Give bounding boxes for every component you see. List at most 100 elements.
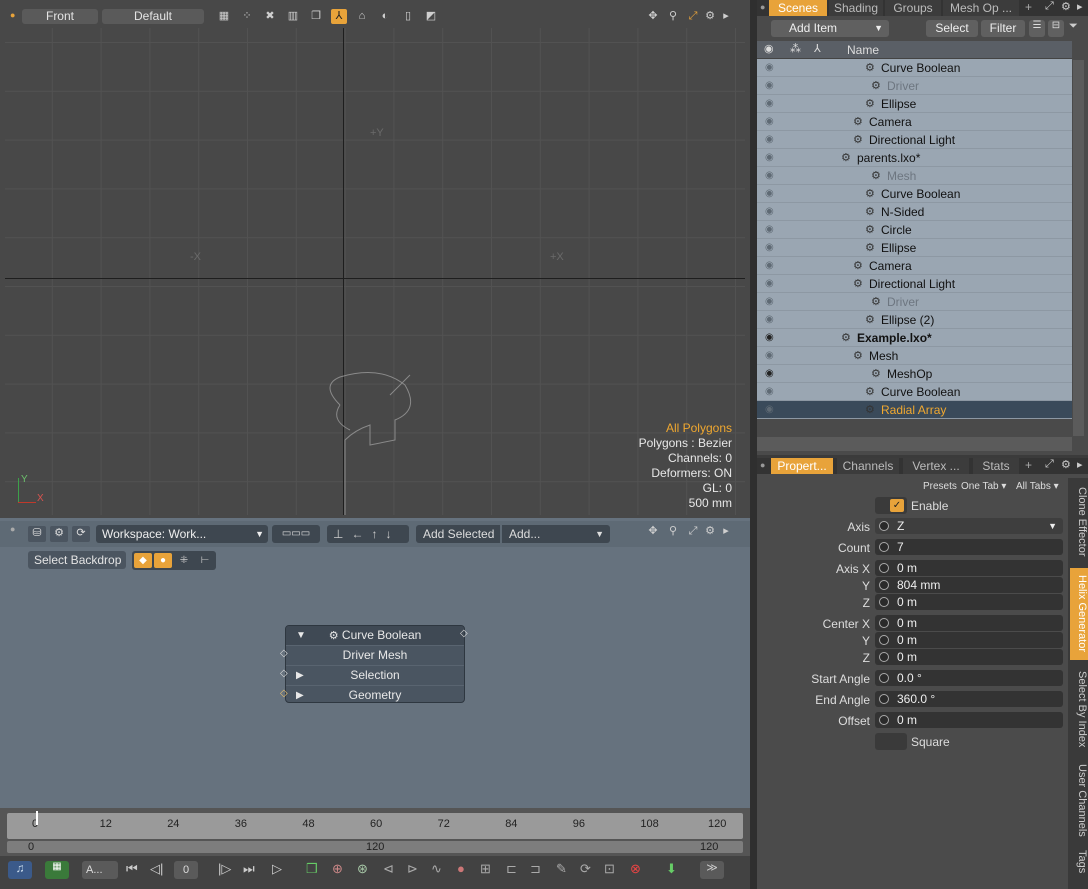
channel-dot[interactable] (879, 694, 889, 704)
more-icon[interactable]: ≫ (700, 861, 724, 879)
key-right-icon[interactable]: ⊐ (530, 861, 541, 877)
scene-tree-row[interactable]: ◉ ⚙ Mesh (757, 167, 1072, 185)
key-left-icon[interactable]: ⊏ (506, 861, 517, 877)
channel-dot[interactable] (879, 652, 889, 662)
minus-icon[interactable]: ⊢ (196, 553, 214, 568)
go-to-end-icon[interactable]: ⏭ (243, 861, 255, 877)
side-tab-tags[interactable]: Tags (1070, 846, 1088, 878)
frame-field[interactable]: 0 (174, 861, 198, 879)
add-selected-button[interactable]: Add Selected (416, 525, 500, 543)
node-header[interactable]: ▼ ⚙ Curve Boolean (286, 626, 464, 646)
flag-icon[interactable]: ▦ (45, 861, 69, 879)
visibility-eye-icon[interactable]: ◉ (765, 221, 775, 239)
visibility-eye-icon[interactable]: ◉ (765, 275, 775, 293)
pencil-icon[interactable]: ✎ (556, 861, 567, 877)
add-tab-icon[interactable]: + (1025, 0, 1032, 14)
port-diamond-icon[interactable]: ◇ (280, 648, 288, 659)
view-selector[interactable]: Front (22, 9, 98, 24)
visibility-eye-icon[interactable]: ◉ (765, 329, 775, 347)
wire-icon[interactable]: ✖ (262, 9, 278, 24)
channel-dot[interactable] (879, 542, 889, 552)
channel-dot[interactable] (879, 563, 889, 573)
tab-groups[interactable]: Groups (885, 0, 941, 16)
arrow-right-icon[interactable]: ▸ (718, 524, 734, 539)
next-key-icon[interactable]: |▷ (218, 861, 231, 877)
axis-y-field[interactable]: 804 mm (875, 577, 1063, 593)
timeline[interactable]: 01224364860728496108120 0 120 120 (0, 808, 750, 858)
collapse-icon[interactable]: ▼ (296, 626, 306, 645)
all-tabs-menu[interactable]: All Tabs ▾ (1016, 481, 1059, 492)
visibility-eye-icon[interactable]: ◉ (765, 293, 775, 311)
move-icon[interactable]: ✥ (645, 9, 661, 24)
visibility-eye-icon[interactable]: ◉ (765, 185, 775, 203)
select-backdrop-button[interactable]: Select Backdrop (28, 551, 126, 569)
side-tab-select-by-index[interactable]: Select By Index (1070, 666, 1088, 752)
center-z-field[interactable]: 0 m (875, 649, 1063, 665)
tab-channels[interactable]: Channels (837, 458, 899, 474)
add-node-dropdown[interactable]: Add... ▼ (502, 525, 610, 543)
expand-icon[interactable]: ▶ (296, 666, 304, 685)
center-y-field[interactable]: 0 m (875, 632, 1063, 648)
visibility-eye-icon[interactable]: ◉ (765, 77, 775, 95)
tab-properties[interactable]: Propert... (771, 458, 833, 474)
port-diamond-icon[interactable]: ◇ (280, 688, 288, 699)
panel-menu-dot[interactable]: ● (760, 460, 765, 470)
end-angle-field[interactable]: 360.0 ° (875, 691, 1063, 707)
tab-scenes[interactable]: Scenes (769, 0, 827, 16)
scene-tree-row[interactable]: ◉ ⚙ Driver (757, 77, 1072, 95)
visibility-eye-icon[interactable]: ◉ (765, 257, 775, 275)
workspace-dropdown[interactable]: Workspace: Work... ▼ (96, 525, 268, 543)
expand-icon[interactable]: ▶ (296, 686, 304, 705)
visibility-eye-icon[interactable]: ◉ (765, 167, 775, 185)
visibility-eye-icon[interactable]: ◉ (765, 365, 775, 383)
delete-key-icon[interactable]: ⊗ (630, 861, 641, 877)
visibility-eye-icon[interactable]: ◉ (765, 59, 775, 77)
scene-tree-row[interactable]: ◉ ⚙ Camera (757, 257, 1072, 275)
tab-shading[interactable]: Shading (829, 0, 883, 16)
select-button[interactable]: Select (926, 20, 978, 37)
diamond-icon[interactable]: ◆ (134, 553, 152, 568)
visibility-eye-icon[interactable]: ◉ (765, 131, 775, 149)
clip-selector[interactable]: A... (82, 861, 118, 879)
schematic-tool-1-icon[interactable]: ⛁ (28, 526, 46, 542)
download-icon[interactable]: ⬇ (666, 861, 677, 877)
visibility-eye-icon[interactable]: ◉ (765, 347, 775, 365)
pan-icon[interactable]: ✥ (645, 524, 661, 539)
circle-icon[interactable]: ● (154, 553, 172, 568)
record-key-icon[interactable]: ⊕ (332, 861, 343, 877)
scene-tree-row[interactable]: ◉ ⚙ Radial Array (757, 401, 1072, 419)
channel-dot[interactable] (879, 597, 889, 607)
count-field[interactable]: 7 (875, 539, 1063, 555)
panel-menu-dot[interactable]: ● (760, 2, 765, 12)
scene-tree-row[interactable]: ◉ ⚙ N-Sided (757, 203, 1072, 221)
visibility-eye-icon[interactable]: ◉ (765, 95, 775, 113)
scene-tree-row[interactable]: ◉ ⚙ Circle (757, 221, 1072, 239)
node-input-geometry[interactable]: ▶ Geometry (286, 686, 464, 706)
curve-icon[interactable]: ∿ (431, 861, 442, 877)
scene-tree-row[interactable]: ◉ ⚙ Mesh (757, 347, 1072, 365)
visibility-eye-icon[interactable]: ◉ (765, 203, 775, 221)
side-tab-clone-effector[interactable]: Clone Effector (1070, 482, 1088, 562)
visibility-eye-icon[interactable]: ◉ (765, 383, 775, 401)
scene-tree-row[interactable]: ◉ ⚙ Driver (757, 293, 1072, 311)
panel-divider[interactable] (750, 0, 757, 889)
collapse-list-icon[interactable]: ⊟ (1048, 20, 1064, 37)
channel-dot[interactable] (879, 521, 889, 531)
tab-stats[interactable]: Stats (973, 458, 1019, 474)
funnel-icon[interactable]: ⏷ (1069, 20, 1078, 33)
gear-icon[interactable]: ⚙ (702, 9, 718, 24)
presets-menu[interactable]: Presets (923, 481, 957, 492)
add-item-dropdown[interactable]: Add Item ▼ (771, 20, 889, 37)
visibility-eye-icon[interactable]: ◉ (765, 311, 775, 329)
prev-key-icon[interactable]: ◁| (150, 861, 163, 877)
go-to-start-icon[interactable]: ⏮ (126, 861, 138, 877)
channel-dot[interactable] (879, 673, 889, 683)
list-icon[interactable]: ☰ (1029, 20, 1045, 37)
zoom-icon[interactable]: ⚲ (665, 524, 681, 539)
type-column-icon[interactable]: ⅄ (814, 42, 821, 55)
maximize-icon[interactable]: ⤢ (685, 524, 701, 539)
arrow-right-icon[interactable]: ▸ (718, 9, 734, 24)
axis-z-field[interactable]: 0 m (875, 594, 1063, 610)
scene-tree-row[interactable]: ◉ ⚙ Directional Light (757, 275, 1072, 293)
playhead[interactable] (36, 811, 38, 825)
